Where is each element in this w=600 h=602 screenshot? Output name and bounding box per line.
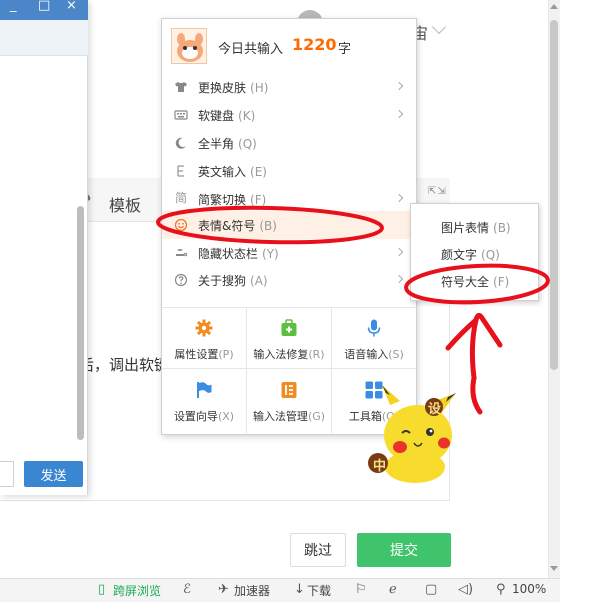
red-annotation-overlay [156, 205, 550, 415]
rocket-icon[interactable]: ✈ [218, 582, 229, 597]
accelerator-link[interactable]: 加速器 [234, 582, 270, 599]
magnifier-icon[interactable]: ⚲ [496, 582, 506, 597]
zoom-level[interactable]: 100% [512, 582, 546, 596]
browser-e-icon[interactable]: ℯ [389, 582, 397, 597]
download-link[interactable]: 下载 [307, 582, 331, 599]
speaker-icon[interactable]: ◁) [458, 582, 473, 597]
flag-outline-icon[interactable]: ⚐ [355, 582, 367, 597]
split-screen-icon[interactable]: ▯ [98, 582, 105, 597]
download-arrow-icon[interactable]: ↓ [294, 582, 305, 597]
split-view-link[interactable]: 跨屏浏览 [113, 582, 161, 599]
window-icon[interactable]: ▢ [425, 582, 437, 597]
browser-statusbar [0, 578, 560, 602]
ie-mode-icon[interactable]: ℰ [183, 582, 191, 597]
